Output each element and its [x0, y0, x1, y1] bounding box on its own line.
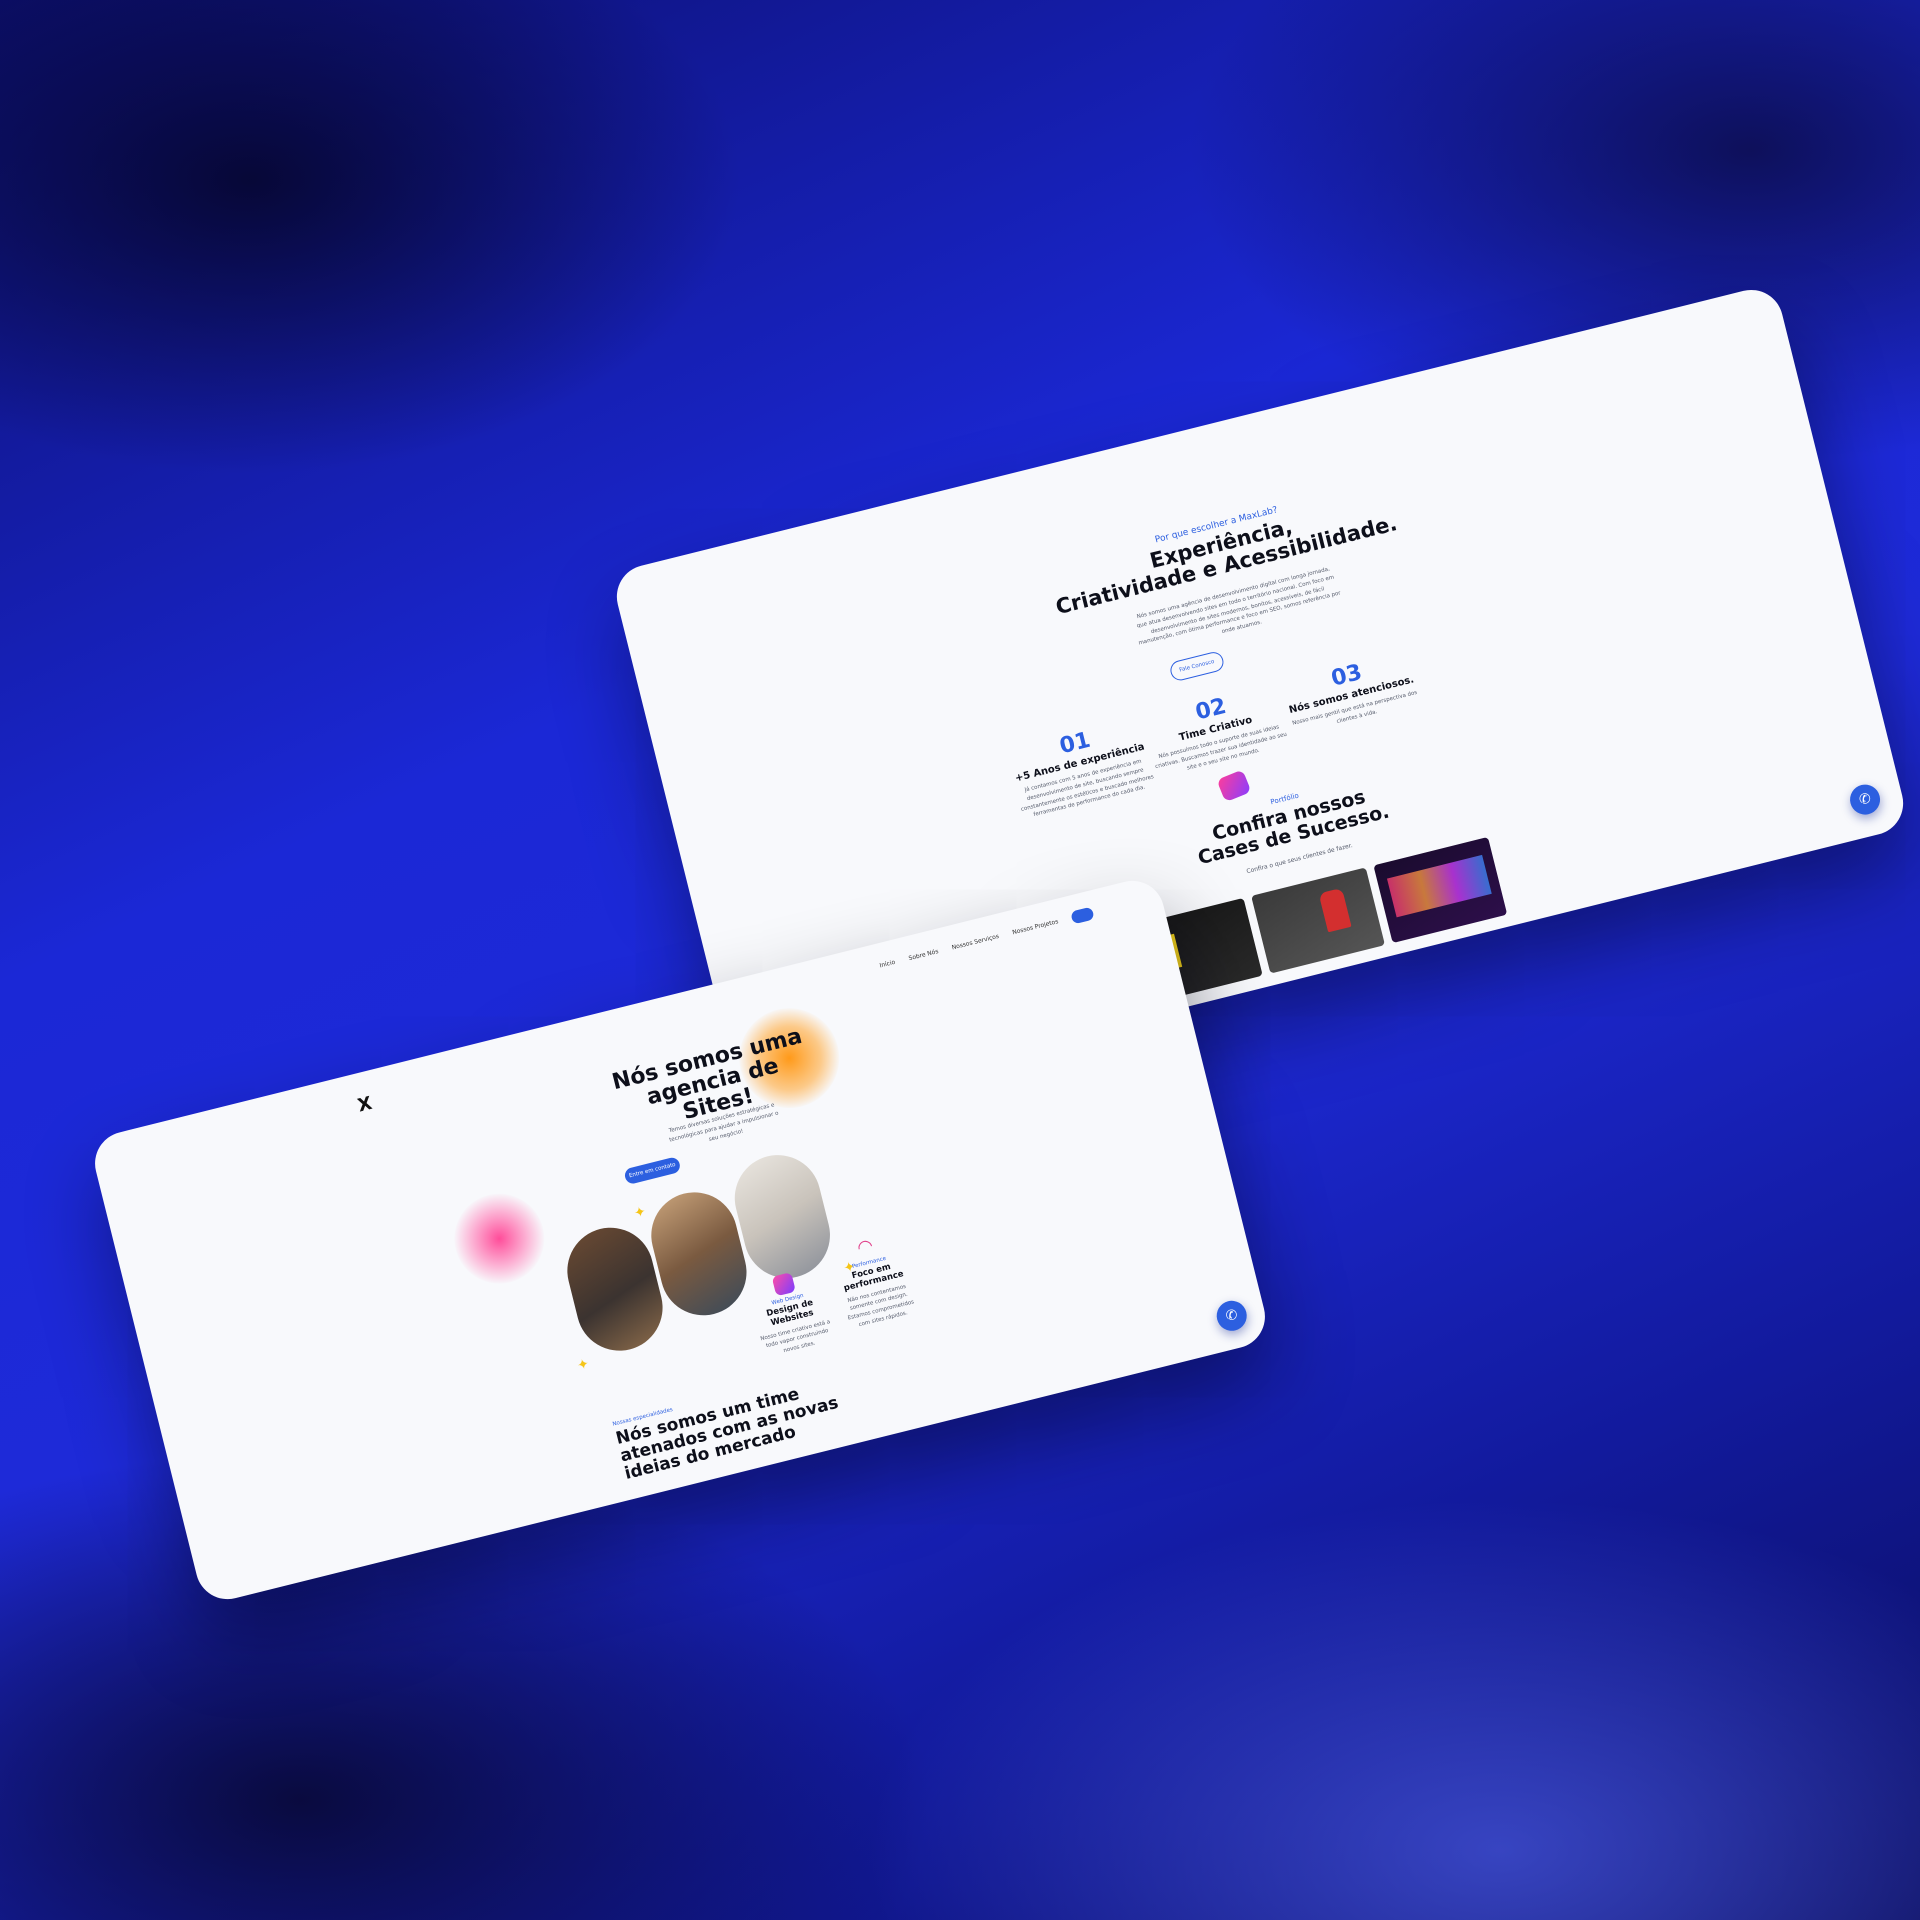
case-thumbnail[interactable] [1251, 867, 1385, 974]
specialties-title: Nós somos um time atenados com as novas … [614, 1374, 860, 1484]
hero-contact-button[interactable]: Entre em contato [623, 1156, 682, 1186]
hero-title-line-3: Sites! [680, 1083, 757, 1126]
site-logo[interactable]: X [356, 1093, 375, 1117]
design-icon [771, 1272, 796, 1297]
sparkle-icon: ✦ [575, 1355, 591, 1375]
nav-item-projetos[interactable]: Nossos Projetos [1012, 918, 1059, 936]
case-image [1318, 887, 1352, 933]
whatsapp-icon[interactable]: ✆ [1213, 1297, 1250, 1334]
nav-item-servicos[interactable]: Nossos Serviços [951, 933, 1000, 952]
whatsapp-icon[interactable]: ✆ [1846, 781, 1884, 818]
contact-button[interactable]: Fale Conosco [1168, 650, 1226, 683]
nav-item-inicio[interactable]: Início [879, 959, 896, 970]
decorative-blob-pink [444, 1184, 554, 1294]
service-card: Web Design Design de Websites Nosso time… [743, 1265, 840, 1362]
title-line-1: Experiência, [1147, 514, 1295, 574]
case-image [1386, 854, 1492, 918]
nav-item-sobre[interactable]: Sobre Nós [908, 948, 939, 962]
website-preview-home: X Início Sobre Nós Nossos Serviços Nosso… [88, 874, 1272, 1606]
service-card: ◠ Performance Foco em performance Não no… [824, 1228, 923, 1333]
case-thumbnail[interactable] [1373, 836, 1508, 944]
portfolio-icon [1216, 769, 1252, 803]
wifi-icon: ◠ [855, 1234, 876, 1259]
feature-card: 01 +5 Anos de experiência Já contamos co… [1004, 714, 1159, 823]
feature-card: 02 Time Criativo Nós possuímos todo o su… [1140, 681, 1292, 781]
hero-title-line-1: Nós somos uma [609, 1023, 805, 1096]
title-line-2: Criatividade e Acessibilidade. [1053, 511, 1400, 620]
nav-cta-button[interactable] [1070, 906, 1095, 925]
sparkle-icon: ✦ [632, 1203, 648, 1223]
section-title: Experiência, Criatividade e Acessibilida… [636, 388, 1811, 721]
mockup-background: { "right_page": { "eyebrow": "Por que es… [0, 0, 1920, 1920]
feature-card: 03 Nós somos atenciosos. Nosso mais gent… [1276, 647, 1426, 739]
hero-title-line-2: agencia de [644, 1053, 782, 1111]
